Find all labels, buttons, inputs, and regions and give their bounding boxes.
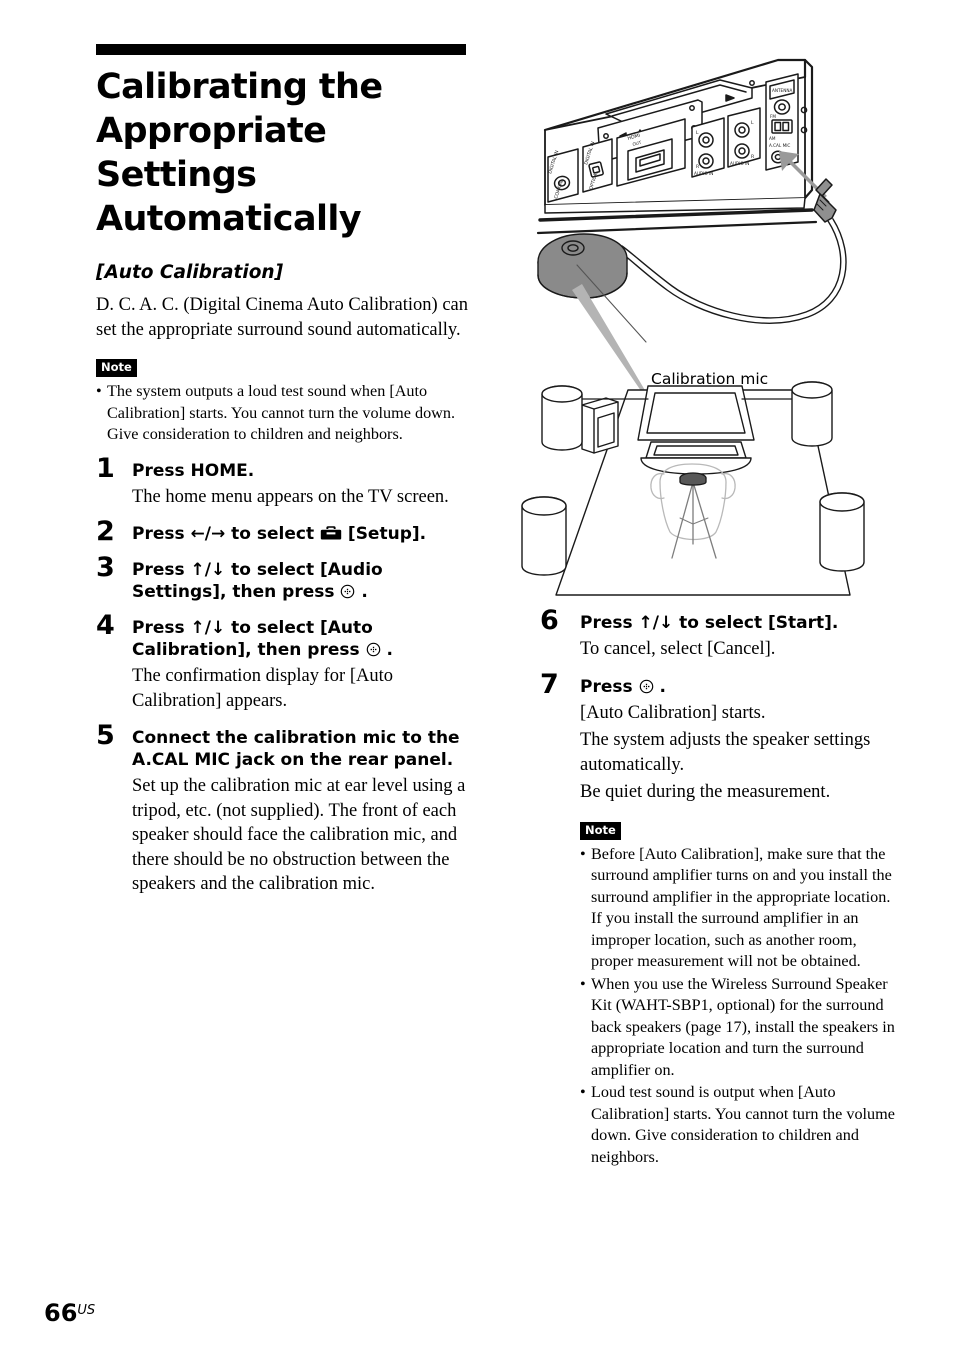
page-number: 66	[44, 1299, 78, 1327]
step-heading-text-post: [Setup].	[342, 524, 427, 544]
step-heading: Press HOME.	[132, 460, 468, 482]
step-heading-text: Press ↑/↓ to select [Start].	[580, 613, 839, 633]
intro-paragraph: D. C. A. C. (Digital Cinema Auto Calibra…	[96, 295, 469, 340]
svg-text:L: L	[751, 120, 754, 126]
step-number: 7	[540, 668, 559, 700]
step-number: 5	[96, 720, 115, 751]
page-title: Calibrating the Appropriate Settings Aut…	[96, 67, 383, 239]
step-heading-text: Connect the calibration mic to the A.CAL…	[132, 728, 460, 770]
svg-text:AUDIO IN: AUDIO IN	[694, 171, 713, 176]
step-heading: Press ↑/↓ to select [Auto Calibration], …	[132, 617, 468, 661]
note-list-left: The system outputs a loud test sound whe…	[96, 381, 468, 446]
step-heading-text-post: .	[653, 676, 666, 697]
svg-text:AUDIO IN: AUDIO IN	[730, 161, 749, 166]
step-body: The confirmation display for [Auto Calib…	[132, 666, 393, 711]
step-heading: Press ←/→ to select [Setup].	[132, 523, 468, 545]
svg-text:ANTENNA: ANTENNA	[772, 88, 792, 93]
svg-text:A.CAL MIC: A.CAL MIC	[769, 143, 790, 148]
step-heading-text: Press ↑/↓ to select [Auto Calibration], …	[132, 618, 373, 660]
toolbox-icon	[320, 525, 342, 541]
note-block-right: Note Before [Auto Calibration], make sur…	[580, 821, 900, 1169]
step-heading-text-post: .	[355, 582, 368, 602]
step-heading-text-post: .	[380, 640, 393, 660]
step-heading-text: Press ←/→ to select	[132, 524, 320, 544]
note-item: When you use the Wireless Surround Speak…	[580, 974, 900, 1082]
svg-text:L: L	[696, 130, 699, 136]
step-heading-text: Press HOME.	[132, 460, 255, 481]
note-badge: Note	[580, 821, 621, 840]
page-footer: 66US	[44, 1300, 95, 1326]
step-body: Be quiet during the measurement.	[580, 782, 831, 802]
step-heading: Press .	[580, 676, 900, 698]
svg-text:FM: FM	[770, 114, 776, 119]
enter-button-icon	[639, 678, 654, 693]
step-heading-text: Press	[580, 676, 639, 697]
left-column: Calibrating the Appropriate Settings Aut…	[96, 44, 468, 897]
step-6: 6 Press ↑/↓ to select [Start]. To cancel…	[540, 606, 900, 662]
step-1: 1 Press HOME. The home menu appears on t…	[96, 453, 468, 510]
step-heading: Press ↑/↓ to select [Audio Settings], th…	[132, 559, 468, 603]
manual-page: Calibrating the Appropriate Settings Aut…	[0, 0, 954, 1352]
step-number: 4	[96, 610, 115, 641]
step-heading: Connect the calibration mic to the A.CAL…	[132, 727, 468, 771]
step-7: 7 Press . [Auto Calibration] starts. The…	[540, 669, 900, 1169]
note-item: The system outputs a loud test sound whe…	[96, 381, 468, 446]
step-body: To cancel, select [Cancel].	[580, 639, 776, 659]
step-number: 2	[96, 516, 115, 547]
note-item: Loud test sound is output when [Auto Cal…	[580, 1082, 900, 1168]
calibration-mic-label: Calibration mic	[651, 370, 769, 388]
page-number-suffix: US	[77, 1303, 96, 1318]
step-heading: Press ↑/↓ to select [Start].	[580, 612, 900, 634]
note-badge: Note	[96, 359, 137, 377]
note-list-right: Before [Auto Calibration], make sure tha…	[580, 844, 900, 1169]
step-3: 3 Press ↑/↓ to select [Audio Settings], …	[96, 553, 468, 603]
step-4: 4 Press ↑/↓ to select [Auto Calibration]…	[96, 611, 468, 713]
enter-button-icon	[340, 583, 355, 599]
step-body: The system adjusts the speaker settings …	[580, 730, 871, 775]
step-number: 1	[96, 452, 115, 484]
enter-button-icon	[366, 641, 381, 657]
title-rule	[96, 44, 466, 55]
step-5: 5 Connect the calibration mic to the A.C…	[96, 721, 468, 897]
svg-text:AM: AM	[769, 136, 776, 141]
step-body: The home menu appears on the TV screen.	[132, 486, 449, 507]
step-body: [Auto Calibration] starts.	[580, 702, 766, 723]
connection-diagram: DIGITAL IN COAXIAL DIGITAL IN OPTICAL HD…	[520, 50, 940, 620]
step-number: 6	[540, 605, 559, 636]
step-2: 2 Press ←/→ to select [Setup].	[96, 517, 468, 547]
right-column: 6 Press ↑/↓ to select [Start]. To cancel…	[540, 606, 900, 1169]
step-number: 3	[96, 552, 115, 583]
section-subtitle: [Auto Calibration]	[96, 262, 284, 283]
step-body: Set up the calibration mic at ear level …	[132, 776, 466, 894]
note-block-left: Note The system outputs a loud test soun…	[96, 358, 468, 446]
note-item: Before [Auto Calibration], make sure tha…	[580, 844, 900, 973]
